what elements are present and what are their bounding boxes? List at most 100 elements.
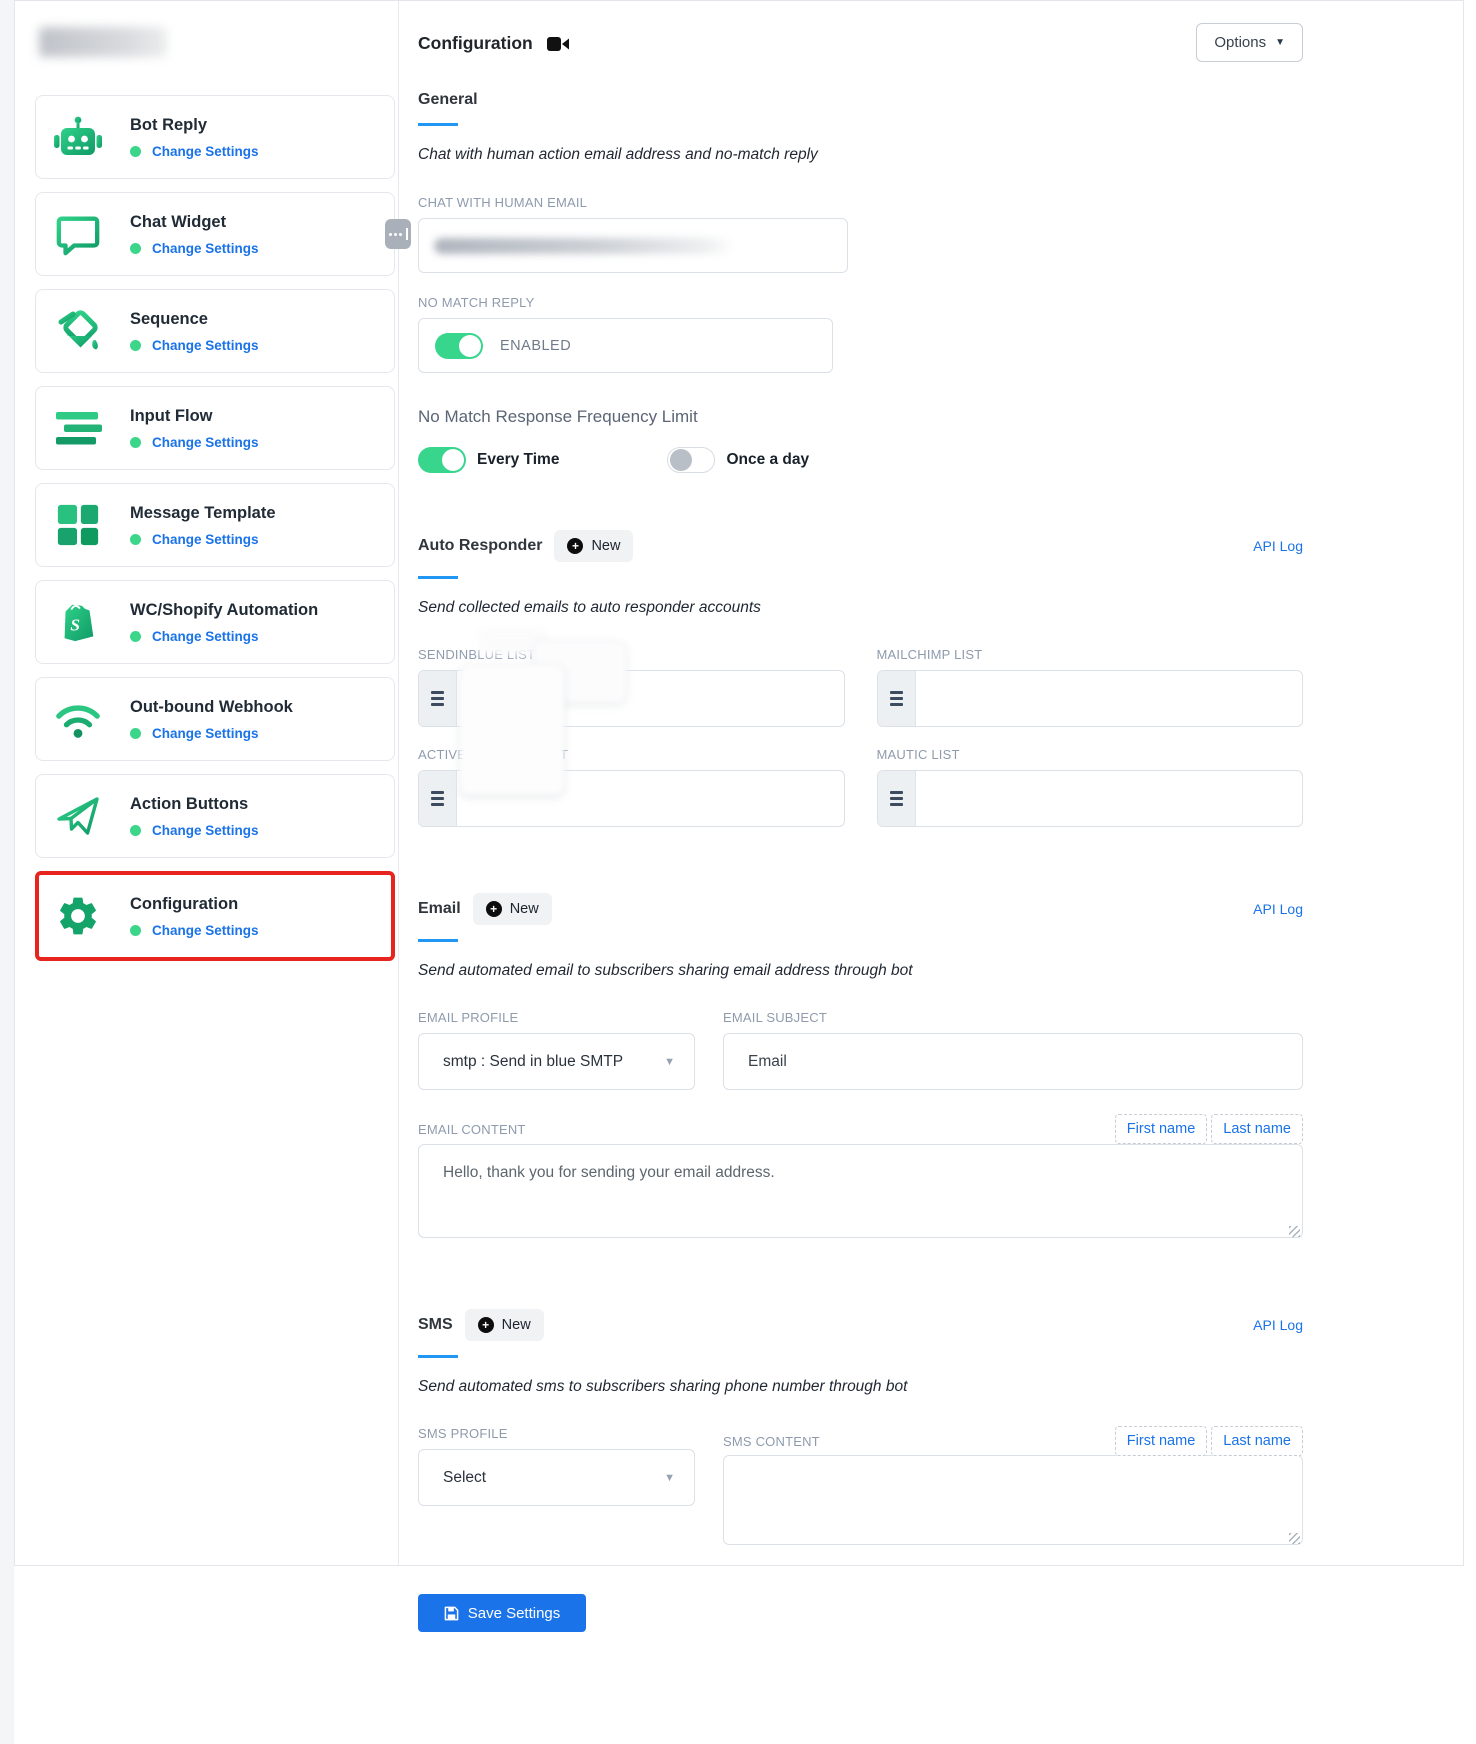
email-profile-select[interactable]: smtp : Send in blue SMTP ▼ — [418, 1033, 695, 1090]
sidebar-item-label: WC/Shopify Automation — [130, 601, 318, 619]
sidebar-card-list: Bot Reply Change Settings Chat Widget — [35, 95, 395, 961]
enabled-label: ENABLED — [500, 338, 571, 354]
change-settings-link[interactable]: Change Settings — [152, 435, 259, 450]
sidebar-item-chat-widget[interactable]: Chat Widget Change Settings — [35, 192, 395, 276]
auto-responder-api-log-link[interactable]: API Log — [1253, 538, 1303, 554]
svg-text:S: S — [70, 616, 80, 635]
sidebar-item-label: Action Buttons — [130, 795, 248, 813]
activecampaign-list-input[interactable] — [457, 771, 844, 826]
first-name-token-button[interactable]: First name — [1115, 1426, 1208, 1456]
sidebar-item-sequence[interactable]: Sequence Change Settings — [35, 289, 395, 373]
video-camera-icon[interactable] — [547, 36, 569, 52]
heading-underline — [418, 939, 458, 942]
change-settings-link[interactable]: Change Settings — [152, 923, 259, 938]
sendinblue-list-label: SENDINBLUE LIST — [418, 647, 845, 662]
resize-handle[interactable] — [1289, 1533, 1300, 1544]
mautic-list-input[interactable] — [916, 771, 1303, 826]
sendinblue-list-input[interactable] — [457, 671, 844, 726]
sidebar-item-input-flow[interactable]: Input Flow Change Settings — [35, 386, 395, 470]
status-dot — [130, 534, 141, 545]
blurred-email-value — [434, 238, 734, 254]
email-description: Send automated email to subscribers shar… — [418, 962, 1303, 980]
mailchimp-list-field: MAILCHIMP LIST — [877, 647, 1304, 727]
change-settings-link[interactable]: Change Settings — [152, 726, 259, 741]
sidebar-item-bot-reply[interactable]: Bot Reply Change Settings — [35, 95, 395, 179]
change-settings-link[interactable]: Change Settings — [152, 532, 259, 547]
shopify-bag-icon: S — [54, 598, 102, 646]
no-match-reply-toggle[interactable] — [435, 333, 483, 359]
every-time-toggle[interactable] — [418, 447, 466, 473]
chat-with-human-email-input[interactable] — [418, 218, 848, 273]
page-title: Configuration — [418, 33, 533, 54]
no-match-reply-box: ENABLED — [418, 318, 833, 373]
drag-handle-icon[interactable] — [419, 771, 457, 826]
blurred-workspace-title — [39, 27, 167, 57]
sidebar-item-outbound-webhook[interactable]: Out-bound Webhook Change Settings — [35, 677, 395, 761]
change-settings-link[interactable]: Change Settings — [152, 144, 259, 159]
status-dot — [130, 631, 141, 642]
save-settings-button[interactable]: Save Settings — [418, 1594, 586, 1632]
auto-responder-description: Send collected emails to auto responder … — [418, 599, 1303, 617]
email-new-button[interactable]: + New — [473, 893, 552, 925]
sidebar-resize-handle[interactable] — [385, 219, 411, 249]
change-settings-link[interactable]: Change Settings — [152, 823, 259, 838]
sidebar-item-label: Bot Reply — [130, 116, 207, 134]
auto-responder-new-button[interactable]: + New — [554, 530, 633, 562]
grid-squares-icon — [54, 501, 102, 549]
sidebar-item-configuration-active[interactable]: Configuration Change Settings — [35, 871, 395, 961]
drag-handle-icon[interactable] — [878, 671, 916, 726]
plus-circle-icon: + — [486, 901, 502, 917]
sidebar-item-message-template[interactable]: Message Template Change Settings — [35, 483, 395, 567]
chat-bubble-icon — [54, 210, 102, 258]
paint-bucket-icon — [54, 307, 102, 355]
change-settings-link[interactable]: Change Settings — [152, 241, 259, 256]
mailchimp-list-input[interactable] — [916, 671, 1303, 726]
sidebar-item-action-buttons[interactable]: Action Buttons Change Settings — [35, 774, 395, 858]
sms-new-button[interactable]: + New — [465, 1309, 544, 1341]
mailchimp-list-label: MAILCHIMP LIST — [877, 647, 1304, 662]
drag-handle-icon[interactable] — [878, 771, 916, 826]
sidebar: Bot Reply Change Settings Chat Widget — [15, 1, 399, 1565]
activecampaign-list-field: ACTIVECAMPAIGN LIST — [418, 747, 845, 827]
email-content-textarea[interactable]: Hello, thank you for sending your email … — [418, 1144, 1303, 1238]
chevron-down-icon: ▼ — [664, 1056, 675, 1068]
auto-responder-heading: Auto Responder — [418, 537, 542, 555]
status-dot — [130, 437, 141, 448]
sms-content-textarea[interactable] — [723, 1455, 1303, 1545]
resize-handle[interactable] — [1289, 1226, 1300, 1237]
email-profile-label: EMAIL PROFILE — [418, 1010, 695, 1025]
gear-icon — [54, 892, 102, 940]
options-button[interactable]: Options ▼ — [1196, 23, 1303, 62]
status-dot — [130, 925, 141, 936]
once-a-day-label: Once a day — [726, 451, 809, 469]
chevron-down-icon: ▼ — [1275, 37, 1285, 48]
once-a-day-toggle[interactable] — [667, 447, 715, 473]
last-name-token-button[interactable]: Last name — [1211, 1426, 1303, 1456]
change-settings-link[interactable]: Change Settings — [152, 338, 259, 353]
sidebar-item-wc-shopify-automation[interactable]: S WC/Shopify Automation Change Settings — [35, 580, 395, 664]
sidebar-item-label: Input Flow — [130, 407, 212, 425]
list-lines-icon — [54, 404, 102, 452]
change-settings-link[interactable]: Change Settings — [152, 629, 259, 644]
last-name-token-button[interactable]: Last name — [1211, 1114, 1303, 1144]
sms-profile-select[interactable]: Select ▼ — [418, 1449, 695, 1506]
email-subject-label: EMAIL SUBJECT — [723, 1010, 1303, 1025]
heading-underline — [418, 1355, 458, 1358]
sms-heading: SMS — [418, 1316, 453, 1334]
drag-handle-icon[interactable] — [419, 671, 457, 726]
page-left-gutter — [0, 0, 14, 1744]
frequency-heading: No Match Response Frequency Limit — [418, 407, 1303, 427]
email-subject-input[interactable] — [723, 1033, 1303, 1090]
sms-api-log-link[interactable]: API Log — [1253, 1317, 1303, 1333]
mautic-list-field: MAUTIC LIST — [877, 747, 1304, 827]
first-name-token-button[interactable]: First name — [1115, 1114, 1208, 1144]
status-dot — [130, 146, 141, 157]
robot-icon — [54, 113, 102, 161]
sms-description: Send automated sms to subscribers sharin… — [418, 1378, 1303, 1396]
email-api-log-link[interactable]: API Log — [1253, 901, 1303, 917]
every-time-label: Every Time — [477, 451, 559, 469]
email-heading: Email — [418, 900, 461, 918]
plus-circle-icon: + — [567, 538, 583, 554]
sidebar-item-label: Message Template — [130, 504, 276, 522]
sidebar-item-label: Sequence — [130, 310, 208, 328]
